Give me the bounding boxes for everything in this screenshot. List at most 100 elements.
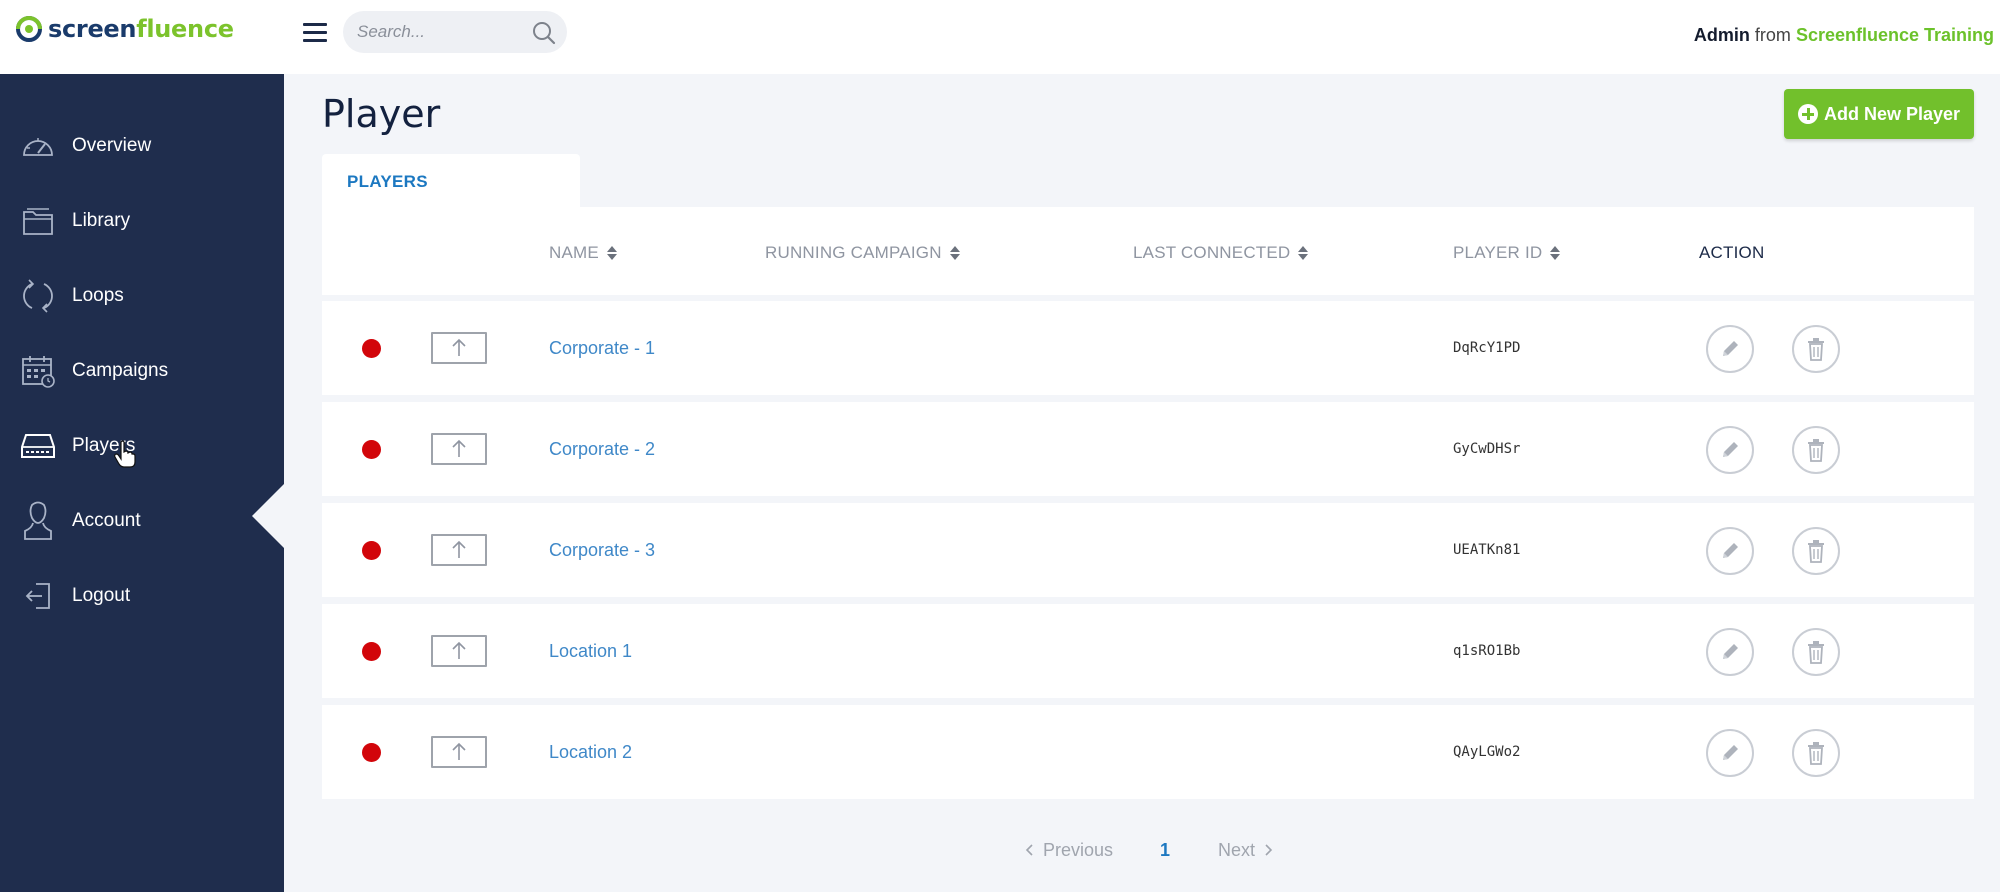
active-nav-indicator	[252, 484, 284, 548]
table-row: Corporate - 2 GyCwDHSr	[322, 402, 1974, 496]
user-account-info[interactable]: Admin from Screenfluence Training	[1694, 25, 1994, 46]
hamburger-line	[303, 31, 327, 34]
delete-button[interactable]	[1792, 426, 1840, 474]
hand-cursor-icon	[114, 440, 136, 468]
previous-page-label: Previous	[1043, 839, 1114, 860]
page-title: Player	[322, 92, 441, 136]
search-box	[343, 11, 567, 53]
sidebar-item-label: Account	[72, 510, 141, 531]
next-page-label: Next	[1218, 839, 1256, 860]
edit-button[interactable]	[1706, 426, 1754, 474]
trash-icon	[1808, 742, 1824, 765]
sidebar: Overview Library Loops Campaigns Players…	[0, 74, 284, 892]
delete-button[interactable]	[1792, 628, 1840, 676]
sidebar-item-label: Campaigns	[72, 360, 169, 381]
player-name-link[interactable]: Corporate - 1	[549, 338, 655, 359]
status-offline-indicator	[362, 541, 381, 560]
previous-page-button[interactable]: Previous	[1023, 840, 1113, 861]
tab-players[interactable]: PLAYERS	[322, 154, 580, 208]
trash-icon	[1808, 641, 1824, 664]
player-device-icon	[20, 426, 56, 466]
arrow-up-icon	[452, 439, 466, 457]
column-header-action-label: ACTION	[1699, 243, 1765, 262]
organization-name: Screenfluence Training	[1795, 25, 1994, 45]
next-page-button[interactable]: Next	[1218, 840, 1275, 861]
sort-icon	[949, 245, 960, 261]
sidebar-item-logout[interactable]: Logout	[0, 566, 284, 626]
table-row: Corporate - 1 DqRcY1PD	[322, 301, 1974, 395]
add-new-player-button[interactable]: Add New Player	[1784, 89, 1974, 139]
edit-button[interactable]	[1706, 729, 1754, 777]
sort-icon	[1298, 245, 1309, 261]
user-name: Admin	[1693, 25, 1750, 45]
arrow-up-icon	[452, 338, 466, 356]
search-input[interactable]	[357, 11, 527, 53]
push-update-button[interactable]	[431, 534, 487, 566]
app-logo[interactable]: screenfluence	[14, 14, 234, 44]
status-offline-indicator	[362, 440, 381, 459]
sidebar-item-overview[interactable]: Overview	[0, 116, 284, 176]
loop-icon	[20, 276, 56, 316]
tab-players-label: PLAYERS	[347, 172, 428, 191]
sidebar-item-loops[interactable]: Loops	[0, 266, 284, 326]
speedometer-icon	[20, 126, 56, 166]
player-id: QAyLGWo2	[1453, 744, 1521, 760]
table-row: Location 2 QAyLGWo2	[322, 705, 1974, 799]
hamburger-menu-button[interactable]	[300, 20, 330, 46]
logout-icon	[20, 576, 56, 616]
sidebar-item-label: Logout	[72, 585, 131, 606]
delete-button[interactable]	[1792, 527, 1840, 575]
logo-text: screenfluence	[48, 15, 234, 43]
arrow-up-icon	[452, 742, 466, 760]
edit-button[interactable]	[1706, 527, 1754, 575]
push-update-button[interactable]	[431, 736, 487, 768]
sidebar-item-label: Library	[72, 210, 131, 231]
pencil-icon	[1723, 442, 1738, 457]
plus-circle-icon	[1797, 104, 1818, 124]
pencil-icon	[1723, 341, 1738, 356]
column-header-last-connected-label: LAST CONNECTED	[1133, 243, 1291, 262]
player-id: q1sRO1Bb	[1453, 643, 1521, 659]
edit-button[interactable]	[1706, 628, 1754, 676]
player-name-link[interactable]: Location 1	[549, 641, 632, 662]
player-name-link[interactable]: Corporate - 2	[549, 439, 655, 460]
arrow-up-icon	[452, 540, 466, 558]
sidebar-item-account[interactable]: Account	[0, 491, 284, 551]
delete-button[interactable]	[1792, 325, 1840, 373]
page-number-current[interactable]: 1	[1160, 840, 1170, 861]
sidebar-item-library[interactable]: Library	[0, 191, 284, 251]
column-header-running-campaign[interactable]: RUNNING CAMPAIGN	[765, 243, 960, 263]
sidebar-item-label: Loops	[72, 285, 124, 306]
trash-icon	[1808, 439, 1824, 462]
arrow-up-icon	[452, 641, 466, 659]
player-name-link[interactable]: Location 2	[549, 742, 632, 763]
player-id: UEATKn81	[1453, 542, 1521, 558]
delete-button[interactable]	[1792, 729, 1840, 777]
column-header-player-id[interactable]: PLAYER ID	[1453, 243, 1561, 263]
sort-icon	[1550, 245, 1561, 261]
player-id: GyCwDHSr	[1453, 441, 1521, 457]
table-row: Corporate - 3 UEATKn81	[322, 503, 1974, 597]
sort-icon	[606, 245, 617, 261]
sidebar-item-players[interactable]: Players	[0, 416, 284, 476]
user-icon	[20, 501, 56, 541]
sidebar-item-campaigns[interactable]: Campaigns	[0, 341, 284, 401]
push-update-button[interactable]	[431, 635, 487, 667]
edit-button[interactable]	[1706, 325, 1754, 373]
push-update-button[interactable]	[431, 332, 487, 364]
column-header-last-connected[interactable]: LAST CONNECTED	[1133, 243, 1309, 263]
column-header-name-label: NAME	[549, 243, 599, 262]
chevron-right-icon	[1265, 844, 1273, 856]
hamburger-line	[303, 23, 327, 26]
search-icon[interactable]	[531, 20, 557, 46]
push-update-button[interactable]	[431, 433, 487, 465]
player-name-link[interactable]: Corporate - 3	[549, 540, 655, 561]
user-from-text: from	[1754, 25, 1791, 45]
table-row: Location 1 q1sRO1Bb	[322, 604, 1974, 698]
player-id: DqRcY1PD	[1453, 340, 1521, 356]
column-header-name[interactable]: NAME	[549, 243, 617, 263]
pencil-icon	[1723, 745, 1738, 760]
hamburger-line	[303, 39, 327, 42]
table-header: NAME RUNNING CAMPAIGN LAST CONNECTED PLA…	[322, 207, 1974, 295]
column-header-player-id-label: PLAYER ID	[1453, 243, 1543, 262]
